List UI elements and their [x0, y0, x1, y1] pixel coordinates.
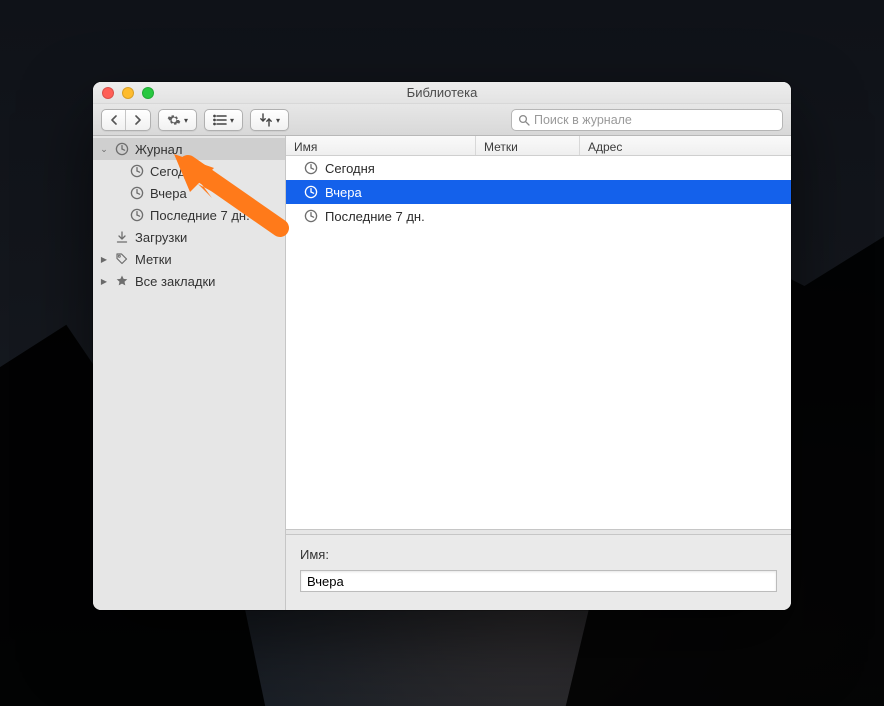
window-controls	[102, 87, 154, 99]
organize-button[interactable]: ▾	[158, 109, 197, 131]
disclosure-triangle-icon[interactable]: ▶	[99, 277, 109, 286]
zoom-window-button[interactable]	[142, 87, 154, 99]
forward-button[interactable]	[126, 110, 150, 130]
sidebar-item-last-7-days[interactable]: Последние 7 дн.	[93, 204, 285, 226]
sidebar-item-label: Сегодня	[150, 164, 200, 179]
clock-icon	[304, 185, 318, 199]
chevron-left-icon	[110, 115, 118, 125]
sidebar-item-label: Вчера	[150, 186, 187, 201]
list-item-label: Сегодня	[325, 161, 375, 176]
list-item[interactable]: Сегодня	[286, 156, 791, 180]
titlebar[interactable]: Библиотека	[93, 82, 791, 104]
clock-icon	[304, 161, 318, 175]
chevron-down-icon: ▾	[276, 116, 280, 125]
column-header-address[interactable]: Адрес	[580, 136, 791, 155]
list-item[interactable]: Вчера	[286, 180, 791, 204]
toolbar: ▾ ▾ ▾	[93, 104, 791, 136]
tag-icon	[114, 251, 130, 267]
sidebar-item-all-bookmarks[interactable]: ▶ Все закладки	[93, 270, 285, 292]
sidebar-item-history[interactable]: ⌄ Журнал	[93, 138, 285, 160]
clock-icon	[304, 209, 318, 223]
import-export-button[interactable]: ▾	[250, 109, 289, 131]
chevron-right-icon	[134, 115, 142, 125]
search-field[interactable]	[511, 109, 783, 131]
sidebar-item-label: Последние 7 дн.	[150, 208, 250, 223]
list-item-label: Вчера	[325, 185, 362, 200]
download-icon	[114, 229, 130, 245]
sidebar-item-label: Все закладки	[135, 274, 215, 289]
gear-icon	[167, 113, 181, 127]
disclosure-triangle-icon[interactable]: ▶	[99, 255, 109, 264]
sidebar-item-label: Журнал	[135, 142, 182, 157]
column-header-tags[interactable]: Метки	[476, 136, 580, 155]
chevron-down-icon: ▾	[184, 116, 188, 125]
clock-icon	[129, 207, 145, 223]
sidebar: ⌄ Журнал Сегодня Вчера	[93, 136, 286, 610]
sidebar-item-tags[interactable]: ▶ Метки	[93, 248, 285, 270]
list-icon	[213, 114, 227, 126]
back-button[interactable]	[102, 110, 126, 130]
sidebar-item-today[interactable]: Сегодня	[93, 160, 285, 182]
list-item[interactable]: Последние 7 дн.	[286, 204, 791, 228]
chevron-down-icon: ▾	[230, 116, 234, 125]
detail-name-input[interactable]	[300, 570, 777, 592]
window-title: Библиотека	[407, 85, 478, 100]
library-window: Библиотека ▾ ▾ ▾	[93, 82, 791, 610]
nav-segmented	[101, 109, 151, 131]
results-list[interactable]: Сегодня Вчера Последние 7	[286, 156, 791, 529]
disclosure-triangle-icon[interactable]: ⌄	[99, 144, 109, 155]
sidebar-item-yesterday[interactable]: Вчера	[93, 182, 285, 204]
sidebar-item-downloads[interactable]: Загрузки	[93, 226, 285, 248]
content-panel: Имя Метки Адрес Сегодня Вчера	[286, 136, 791, 610]
search-icon	[518, 114, 530, 126]
search-input[interactable]	[534, 113, 776, 127]
import-export-icon	[259, 113, 273, 127]
minimize-window-button[interactable]	[122, 87, 134, 99]
views-button[interactable]: ▾	[204, 109, 243, 131]
clock-icon	[114, 141, 130, 157]
sidebar-item-label: Метки	[135, 252, 172, 267]
detail-panel: Имя:	[286, 535, 791, 610]
star-icon	[114, 273, 130, 289]
close-window-button[interactable]	[102, 87, 114, 99]
clock-icon	[129, 185, 145, 201]
column-headers: Имя Метки Адрес	[286, 136, 791, 156]
sidebar-item-label: Загрузки	[135, 230, 187, 245]
detail-name-label: Имя:	[300, 547, 777, 562]
clock-icon	[129, 163, 145, 179]
column-header-name[interactable]: Имя	[286, 136, 476, 155]
list-item-label: Последние 7 дн.	[325, 209, 425, 224]
